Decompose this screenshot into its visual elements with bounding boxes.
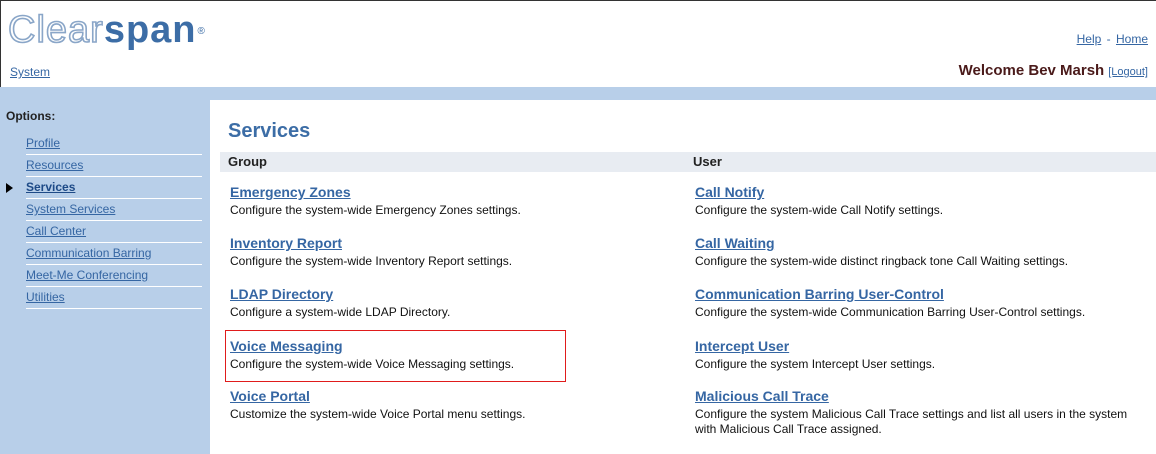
group-column-header: Group [220, 152, 685, 172]
service-link[interactable]: Inventory Report [230, 235, 670, 252]
options-list: Profile Resources Services System Servic… [6, 133, 202, 309]
logo-text-clear: Clear [7, 9, 104, 51]
service-intercept-user: Intercept User Configure the system Inte… [695, 338, 1150, 372]
breadcrumb-system[interactable]: System [10, 65, 50, 79]
logo-text-span: span [103, 9, 197, 51]
top-links: Help - Home [1077, 32, 1148, 46]
service-description: Configure the system-wide distinct ringb… [695, 254, 1069, 268]
service-description: Configure the system Intercept User sett… [695, 357, 936, 371]
service-description: Configure the system-wide Communication … [695, 305, 1086, 319]
sidebar-item-label[interactable]: Meet-Me Conferencing [26, 268, 148, 282]
sidebar-item-label[interactable]: Profile [26, 136, 60, 150]
sidebar-item-communication-barring[interactable]: Communication Barring [26, 243, 202, 265]
sidebar-item-call-center[interactable]: Call Center [26, 221, 202, 243]
service-ldap-directory: LDAP Directory Configure a system-wide L… [230, 286, 670, 320]
home-link[interactable]: Home [1116, 32, 1148, 46]
main-content: Services Group User Emergency Zones Conf… [220, 100, 1156, 454]
sidebar-item-label[interactable]: System Services [26, 202, 115, 216]
link-separator: - [1106, 32, 1111, 46]
active-pointer-icon [6, 183, 13, 193]
sidebar-item-resources[interactable]: Resources [26, 155, 202, 177]
service-call-waiting: Call Waiting Configure the system-wide d… [695, 235, 1150, 269]
welcome-text: Welcome Bev Marsh [958, 62, 1105, 79]
service-description: Configure the system-wide Inventory Repo… [230, 254, 513, 268]
service-description: Customize the system-wide Voice Portal m… [230, 407, 526, 421]
user-column-header: User [685, 152, 1156, 172]
service-inventory-report: Inventory Report Configure the system-wi… [230, 235, 670, 269]
clearspan-logo: Clearspan® [7, 9, 206, 51]
sidebar-item-meet-me-conferencing[interactable]: Meet-Me Conferencing [26, 265, 202, 287]
help-link[interactable]: Help [1077, 32, 1102, 46]
sidebar-item-utilities[interactable]: Utilities [26, 287, 202, 309]
sidebar-item-system-services[interactable]: System Services [26, 199, 202, 221]
service-link[interactable]: Malicious Call Trace [695, 388, 1150, 405]
service-description: Configure a system-wide LDAP Directory. [230, 305, 451, 319]
sidebar-item-services[interactable]: Services [6, 177, 202, 199]
service-communication-barring-user-control: Communication Barring User-Control Confi… [695, 286, 1150, 320]
sidebar-item-label[interactable]: Utilities [26, 290, 65, 304]
highlight-box [225, 330, 566, 382]
service-link[interactable]: LDAP Directory [230, 286, 670, 303]
service-emergency-zones: Emergency Zones Configure the system-wid… [230, 184, 670, 218]
service-link[interactable]: Emergency Zones [230, 184, 670, 201]
sidebar-item-profile[interactable]: Profile [26, 133, 202, 155]
trademark-mark: ® [197, 26, 206, 37]
sidebar-item-label[interactable]: Call Center [26, 224, 86, 238]
logout-link[interactable]: [Logout] [1108, 66, 1148, 78]
service-description: Configure the system-wide Emergency Zone… [230, 203, 521, 217]
service-link[interactable]: Call Waiting [695, 235, 1150, 252]
header-divider-bar [0, 87, 1156, 100]
service-call-notify: Call Notify Configure the system-wide Ca… [695, 184, 1150, 218]
service-description: Configure the system-wide Call Notify se… [695, 203, 944, 217]
service-link[interactable]: Voice Portal [230, 388, 670, 405]
service-link[interactable]: Intercept User [695, 338, 1150, 355]
options-sidebar: Options: Profile Resources Services Syst… [0, 100, 210, 454]
sidebar-item-label[interactable]: Resources [26, 158, 83, 172]
sidebar-item-label[interactable]: Services [26, 180, 75, 194]
service-link[interactable]: Communication Barring User-Control [695, 286, 1150, 303]
service-link[interactable]: Call Notify [695, 184, 1150, 201]
welcome-message: Welcome Bev Marsh [Logout] [959, 62, 1148, 79]
page-title: Services [228, 120, 311, 142]
sidebar-item-label[interactable]: Communication Barring [26, 246, 151, 260]
service-description: Configure the system Malicious Call Trac… [695, 407, 1128, 436]
options-title: Options: [6, 109, 56, 123]
service-malicious-call-trace: Malicious Call Trace Configure the syste… [695, 388, 1150, 437]
service-voice-portal: Voice Portal Customize the system-wide V… [230, 388, 670, 422]
